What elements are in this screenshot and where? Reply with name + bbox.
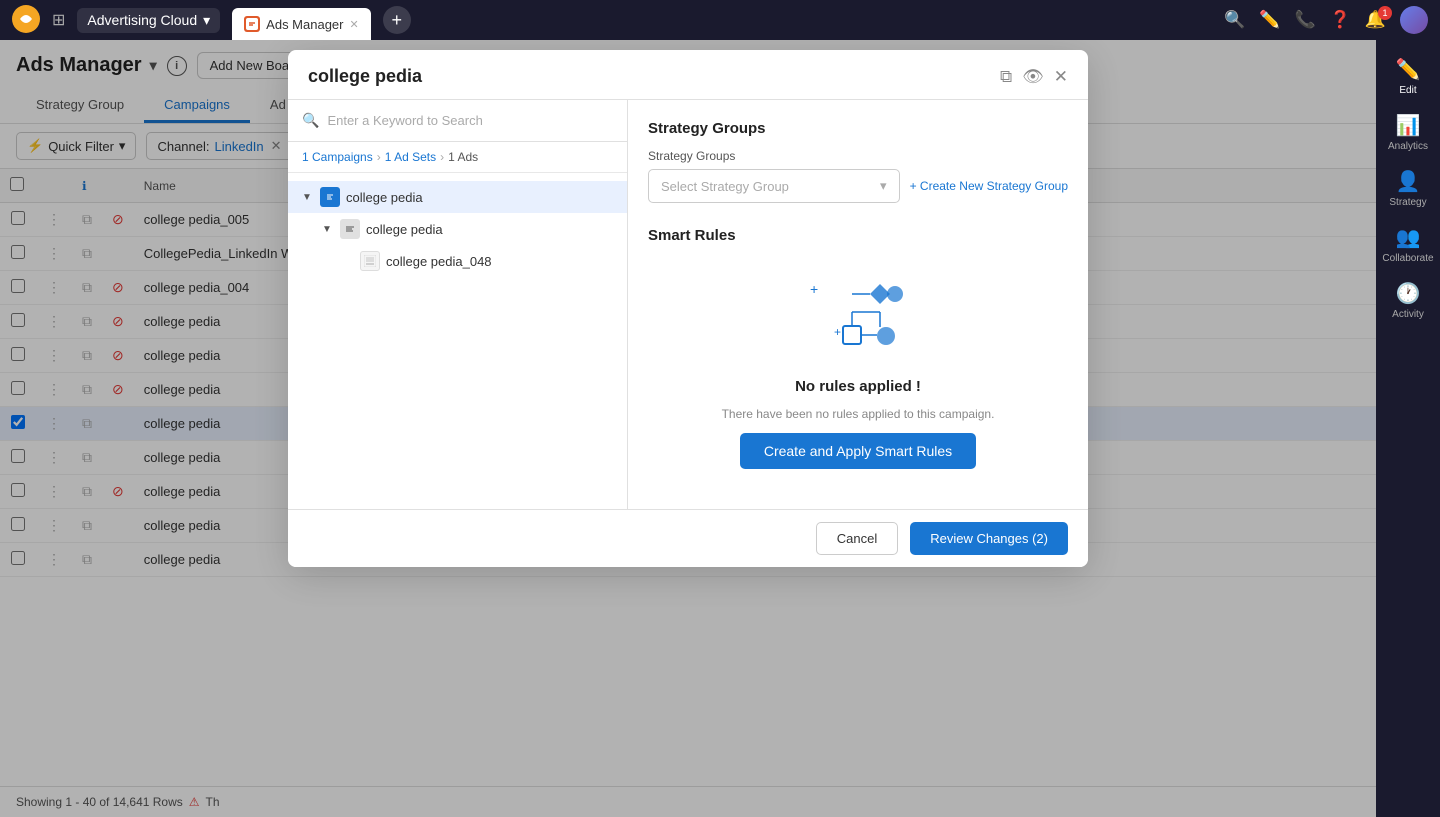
grid-icon[interactable]: ⊞: [52, 10, 65, 30]
no-rules-title: No rules applied !: [795, 378, 921, 395]
edit-icon[interactable]: ✏️: [1259, 10, 1280, 30]
phone-icon[interactable]: 📞: [1294, 10, 1315, 30]
modal-header-icons: ⧉ 👁 ✕: [1000, 67, 1068, 87]
sidebar-item-strategy[interactable]: 👤 Strategy: [1382, 162, 1434, 214]
create-group-link[interactable]: + Create New Strategy Group: [910, 179, 1068, 193]
modal-left-panel: 🔍 1 Campaigns › 1 Ad Sets › 1 Ads ▼: [288, 100, 628, 509]
edit-icon: ✏️: [1396, 57, 1421, 82]
no-rules-subtitle: There have been no rules applied to this…: [722, 407, 995, 421]
smart-rules-empty-state: + +: [648, 256, 1068, 489]
breadcrumb-adsets[interactable]: 1 Ad Sets: [385, 150, 436, 164]
tree-label-ad: college pedia_048: [386, 254, 613, 269]
avatar[interactable]: [1400, 6, 1428, 34]
sidebar-item-activity[interactable]: 🕐 Activity: [1382, 274, 1434, 326]
svg-text:+: +: [810, 281, 818, 297]
notification-icon[interactable]: 🔔 1: [1365, 10, 1386, 30]
chevron-down-icon: ▾: [203, 12, 210, 29]
smart-rules-title: Smart Rules: [648, 227, 1068, 244]
right-sidebar: ✏️ Edit 📊 Analytics 👤 Strategy 👥 Collabo…: [1376, 40, 1440, 817]
strategy-group-select[interactable]: Select Strategy Group ▾: [648, 169, 900, 203]
search-icon: 🔍: [302, 112, 319, 129]
campaign-modal: college pedia ⧉ 👁 ✕ 🔍 1 Campaigns ›: [288, 50, 1088, 567]
tree-label-adset: college pedia: [366, 222, 591, 237]
search-icon[interactable]: 🔍: [1224, 10, 1245, 30]
svg-text:+: +: [834, 325, 841, 339]
collaborate-icon: 👥: [1396, 225, 1421, 250]
preview-icon[interactable]: 👁: [1022, 67, 1044, 87]
modal-title: college pedia: [308, 66, 422, 87]
help-icon[interactable]: ❓: [1330, 10, 1351, 30]
tree-label-campaign: college pedia: [346, 190, 572, 205]
notification-badge: 1: [1378, 6, 1392, 20]
create-rules-button[interactable]: Create and Apply Smart Rules: [740, 433, 976, 469]
tree-caret-icon: ▼: [322, 224, 334, 235]
modal-footer: Cancel Review Changes (2): [288, 509, 1088, 567]
sidebar-item-label: Analytics: [1388, 141, 1428, 152]
tree-item-campaign[interactable]: ▼ college pedia ✏️ ⋮: [288, 181, 627, 213]
modal-right-panel: Strategy Groups Strategy Groups Select S…: [628, 100, 1088, 509]
split-view-icon[interactable]: ⧉: [1000, 67, 1012, 87]
strategy-icon: 👤: [1396, 169, 1421, 194]
select-group-row: Select Strategy Group ▾ + Create New Str…: [648, 169, 1068, 203]
new-tab-button[interactable]: +: [383, 6, 411, 34]
rules-graphic: + +: [808, 276, 908, 366]
smart-rules-section: Smart Rules +: [648, 227, 1068, 489]
close-icon[interactable]: ✕: [1054, 67, 1068, 87]
sidebar-item-label: Edit: [1399, 85, 1416, 96]
breadcrumb-sep1: ›: [377, 150, 381, 164]
modal-overlay: college pedia ⧉ 👁 ✕ 🔍 1 Campaigns ›: [0, 40, 1376, 817]
review-changes-button[interactable]: Review Changes (2): [910, 522, 1068, 555]
analytics-icon: 📊: [1396, 113, 1421, 138]
tab-icon: [244, 16, 260, 32]
sidebar-item-label: Activity: [1392, 309, 1424, 320]
ad-icon: [360, 251, 380, 271]
activity-icon: 🕐: [1396, 281, 1421, 306]
ads-manager-tab[interactable]: Ads Manager ✕: [232, 8, 371, 40]
select-chevron-icon: ▾: [880, 178, 887, 194]
tab-label: Ads Manager: [266, 17, 343, 32]
tree-item-ad[interactable]: college pedia_048: [288, 245, 627, 277]
tab-close-icon[interactable]: ✕: [350, 18, 359, 31]
breadcrumb-sep2: ›: [440, 150, 444, 164]
tree-item-adset[interactable]: ▼ college pedia ✏️: [288, 213, 627, 245]
sidebar-item-edit[interactable]: ✏️ Edit: [1382, 50, 1434, 102]
breadcrumbs: 1 Campaigns › 1 Ad Sets › 1 Ads: [288, 142, 627, 173]
campaign-icon: [320, 187, 340, 207]
sidebar-item-label: Collaborate: [1382, 253, 1433, 264]
logo: [12, 5, 40, 36]
sidebar-item-collaborate[interactable]: 👥 Collaborate: [1382, 218, 1434, 270]
strategy-group-label: Strategy Groups: [648, 149, 1068, 163]
breadcrumb-ads: 1 Ads: [448, 150, 478, 164]
search-box: 🔍: [288, 100, 627, 142]
modal-header: college pedia ⧉ 👁 ✕: [288, 50, 1088, 100]
sidebar-item-label: Strategy: [1389, 197, 1426, 208]
topbar: ⊞ Advertising Cloud ▾ Ads Manager ✕ + 🔍 …: [0, 0, 1440, 40]
tree-caret-icon: ▼: [302, 192, 314, 203]
search-input[interactable]: [327, 113, 613, 128]
tree-edit-icon[interactable]: ✏️: [578, 189, 594, 205]
strategy-groups-title: Strategy Groups: [648, 120, 1068, 137]
campaign-tree: ▼ college pedia ✏️ ⋮ ▼: [288, 173, 627, 509]
select-placeholder: Select Strategy Group: [661, 179, 789, 194]
tree-edit-icon[interactable]: ✏️: [597, 221, 613, 237]
app-name[interactable]: Advertising Cloud ▾: [77, 8, 220, 33]
cancel-button[interactable]: Cancel: [816, 522, 898, 555]
modal-body: 🔍 1 Campaigns › 1 Ad Sets › 1 Ads ▼: [288, 100, 1088, 509]
breadcrumb-campaigns[interactable]: 1 Campaigns: [302, 150, 373, 164]
adset-icon: [340, 219, 360, 239]
tree-more-icon[interactable]: ⋮: [600, 189, 613, 205]
sidebar-item-analytics[interactable]: 📊 Analytics: [1382, 106, 1434, 158]
strategy-groups-section: Strategy Groups Strategy Groups Select S…: [648, 120, 1068, 203]
